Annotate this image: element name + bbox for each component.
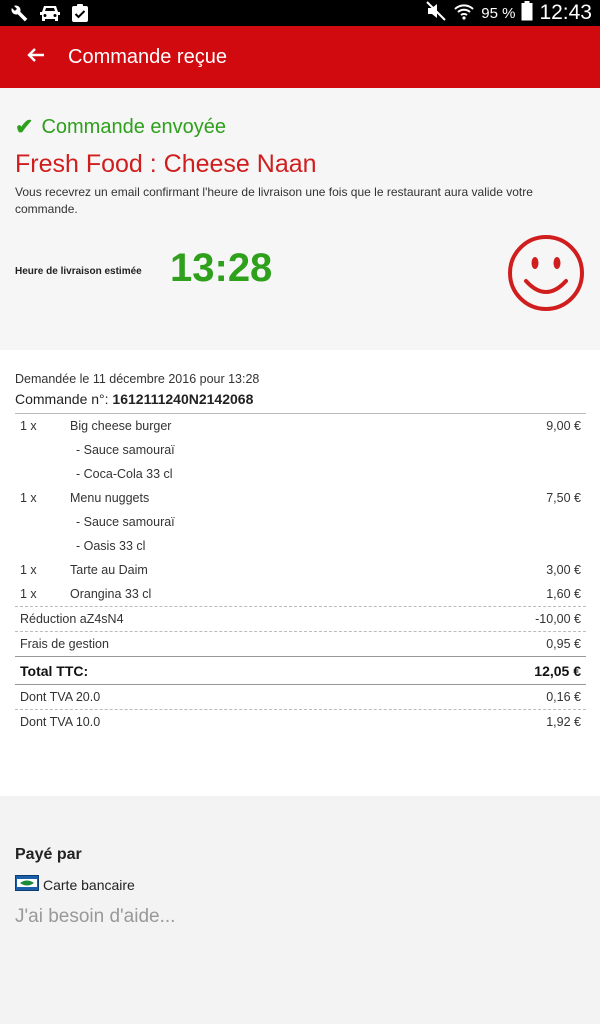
table-row: - Coca-Cola 33 cl	[15, 462, 586, 486]
payment-method-label: Carte bancaire	[43, 876, 135, 893]
back-button[interactable]	[14, 35, 58, 79]
vat-value: 0,16 €	[546, 690, 581, 704]
line-option: - Oasis 33 cl	[76, 539, 146, 553]
order-number: Commande n°: 1612111240N2142068	[15, 391, 253, 407]
payment-method: Carte bancaire	[15, 875, 135, 894]
line-qty: 1 x	[20, 491, 37, 505]
clock: 12:43	[539, 1, 592, 24]
order-sent-status: ✔ Commande envoyée	[15, 114, 226, 140]
fees-label: Frais de gestion	[20, 637, 109, 651]
help-link[interactable]: J'ai besoin d'aide...	[15, 906, 175, 928]
line-qty: 1 x	[20, 563, 37, 577]
status-bar: 95 % 12:43	[0, 0, 600, 26]
line-option: - Coca-Cola 33 cl	[76, 467, 173, 481]
line-name: Orangina 33 cl	[70, 587, 152, 601]
email-note: Vous recevrez un email confirmant l'heur…	[15, 185, 533, 216]
arrow-left-icon	[26, 45, 46, 70]
page-title: Commande reçue	[68, 45, 227, 68]
eta-label: Heure de livraison estimée	[15, 266, 142, 277]
line-qty: 1 x	[20, 587, 37, 601]
line-option: - Sauce samouraï	[76, 443, 175, 457]
line-option: - Sauce samouraï	[76, 515, 175, 529]
status-icons-right: 95 % 12:43	[425, 0, 600, 26]
payment-section: Payé par Carte bancaire J'ai besoin d'ai…	[0, 796, 600, 1024]
line-name: Tarte au Daim	[70, 563, 148, 577]
credit-card-icon	[15, 875, 39, 894]
receipt: Demandée le 11 décembre 2016 pour 13:28 …	[0, 350, 600, 796]
table-row: - Oasis 33 cl	[15, 534, 586, 558]
paid-by-title: Payé par	[15, 846, 82, 863]
table-row: - Sauce samouraï	[15, 438, 586, 462]
mute-icon	[425, 0, 447, 26]
line-price: 3,00 €	[546, 563, 581, 577]
vat-row: Dont TVA 20.0 0,16 €	[15, 685, 586, 709]
vat-value: 1,92 €	[546, 715, 581, 729]
order-requested-date: Demandée le 11 décembre 2016 pour 13:28	[15, 372, 260, 386]
battery-icon	[521, 0, 533, 26]
status-icons-left	[0, 3, 90, 23]
car-icon	[38, 3, 62, 23]
total-row: Total TTC: 12,05 €	[15, 656, 586, 685]
wrench-icon	[8, 3, 30, 23]
torn-edge	[0, 330, 600, 346]
smiley-icon	[506, 233, 586, 318]
checkmark-icon: ✔	[15, 114, 34, 139]
order-number-label: Commande n°:	[15, 391, 109, 407]
line-qty: 1 x	[20, 419, 37, 433]
line-price: 9,00 €	[546, 419, 581, 433]
discount-value: -10,00 €	[535, 612, 581, 626]
table-row: 1 x Menu nuggets 7,50 €	[15, 486, 586, 510]
vat-label: Dont TVA 10.0	[20, 715, 101, 729]
line-name: Menu nuggets	[70, 491, 150, 505]
vat-label: Dont TVA 20.0	[20, 690, 101, 704]
total-value: 12,05 €	[534, 663, 581, 679]
total-label: Total TTC:	[20, 663, 89, 679]
order-number-value: 1612111240N2142068	[112, 391, 254, 407]
fees-value: 0,95 €	[546, 637, 581, 651]
table-row: 1 x Tarte au Daim 3,00 €	[15, 558, 586, 582]
app-bar: Commande reçue	[0, 26, 600, 88]
battery-percent: 95 %	[481, 4, 516, 22]
fees-row: Frais de gestion 0,95 €	[15, 631, 586, 656]
wifi-icon	[453, 1, 475, 26]
clipboard-check-icon	[70, 3, 90, 23]
eta-time: 13:28	[170, 246, 273, 290]
confirmation-card: ✔ Commande envoyée Fresh Food : Cheese N…	[0, 88, 600, 358]
table-row: - Sauce samouraï	[15, 510, 586, 534]
vat-row: Dont TVA 10.0 1,92 €	[15, 709, 586, 734]
line-price: 7,50 €	[546, 491, 581, 505]
order-table: 1 x Big cheese burger 9,00 € - Sauce sam…	[15, 413, 586, 734]
order-sent-label: Commande envoyée	[41, 115, 226, 138]
discount-row: Réduction aZ4sN4 -10,00 €	[15, 606, 586, 631]
restaurant-name: Fresh Food : Cheese Naan	[15, 150, 317, 178]
discount-label: Réduction aZ4sN4	[20, 612, 124, 626]
line-price: 1,60 €	[546, 587, 581, 601]
table-row: 1 x Big cheese burger 9,00 €	[15, 414, 586, 438]
table-row: 1 x Orangina 33 cl 1,60 €	[15, 582, 586, 606]
line-name: Big cheese burger	[70, 419, 172, 433]
